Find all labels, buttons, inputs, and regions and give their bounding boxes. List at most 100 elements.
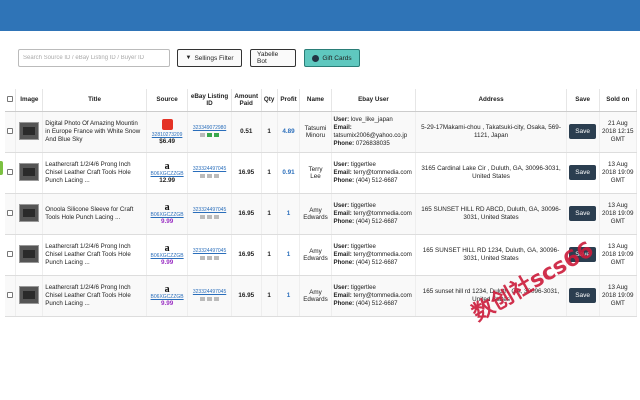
status-icon[interactable] bbox=[200, 255, 206, 260]
ebay-username: tiggertlee bbox=[350, 283, 376, 291]
status-icon[interactable] bbox=[207, 296, 213, 301]
source-id-link[interactable]: B06XGCZZGB bbox=[149, 171, 185, 177]
status-icon[interactable] bbox=[207, 132, 213, 137]
status-icon[interactable] bbox=[200, 132, 206, 137]
save-button[interactable]: Save bbox=[569, 206, 597, 221]
row-title-cell: Digital Photo Of Amazing Mountin in Euro… bbox=[42, 111, 147, 153]
status-icon[interactable] bbox=[214, 173, 220, 178]
table-row: Onoola Silicone Sleeve for Craft Tools H… bbox=[5, 193, 638, 235]
ebay-listing-link[interactable]: 323324497045 bbox=[190, 166, 229, 172]
buyer-name: Amy Edwards bbox=[299, 193, 332, 235]
buyer-name: Amy Edwards bbox=[299, 234, 332, 276]
row-image-cell bbox=[15, 234, 44, 276]
profit: 1 bbox=[277, 275, 301, 317]
row-source-cell: a B06XGCZZGB 12.99 bbox=[146, 152, 189, 194]
row-source-cell: a B06XGCZZGB 9.99 bbox=[146, 275, 189, 317]
chevron-down-icon: ▼ bbox=[185, 55, 192, 61]
save-button[interactable]: Save bbox=[569, 165, 597, 180]
phone-label: Phone: bbox=[333, 258, 355, 266]
gift-cards-button[interactable]: Gift Cards bbox=[304, 49, 360, 67]
sellings-filter-button[interactable]: ▼ Sellings Filter bbox=[177, 49, 242, 67]
ebay-listing-link[interactable]: 323324497045 bbox=[190, 207, 229, 213]
product-thumbnail bbox=[19, 121, 40, 140]
row-checkbox[interactable] bbox=[7, 209, 14, 216]
yabelle-bot-label: Yabelle Bot bbox=[257, 51, 279, 65]
status-icon[interactable] bbox=[207, 214, 213, 219]
globe-icon bbox=[312, 54, 320, 62]
row-save-cell: Save bbox=[566, 152, 600, 194]
yabelle-bot-button[interactable]: Yabelle Bot bbox=[250, 49, 296, 67]
product-title: Digital Photo Of Amazing Mountin in Euro… bbox=[45, 119, 141, 143]
shipping-address: 165 SUNSET HILL RD ABCD, Duluth, GA, 300… bbox=[415, 193, 567, 235]
header-source: Source bbox=[146, 89, 189, 112]
row-image-cell bbox=[15, 152, 44, 194]
listing-status-icons bbox=[190, 132, 229, 139]
row-checkbox[interactable] bbox=[7, 168, 14, 175]
ebay-user-cell: User: tiggertlee Email: terry@tommedia.c… bbox=[331, 275, 417, 317]
row-source-cell: 32810273209 $6.49 bbox=[146, 111, 189, 153]
row-ebay-id-cell: 323324497045 bbox=[187, 193, 232, 235]
row-checkbox[interactable] bbox=[7, 127, 14, 134]
status-icon[interactable] bbox=[214, 255, 220, 260]
quantity: 1 bbox=[261, 111, 278, 153]
source-id-link[interactable]: B06XGCZZGB bbox=[149, 253, 185, 259]
row-checkbox[interactable] bbox=[7, 291, 14, 298]
buyer-phone: (404) 512-6687 bbox=[355, 217, 398, 225]
phone-label: Phone: bbox=[333, 217, 355, 225]
email-label: Email: bbox=[333, 291, 352, 299]
row-source-cell: a B06XGCZZGB 9.99 bbox=[146, 193, 189, 235]
select-all-checkbox[interactable] bbox=[7, 95, 14, 102]
sellings-filter-label: Sellings Filter bbox=[194, 54, 234, 62]
row-select-cell bbox=[5, 152, 17, 194]
buyer-phone: (404) 512-6687 bbox=[355, 258, 398, 266]
header-image: Image bbox=[15, 89, 44, 112]
ebay-listing-link[interactable]: 323324497045 bbox=[190, 289, 229, 295]
status-icon[interactable] bbox=[214, 214, 220, 219]
side-tab-handle[interactable] bbox=[0, 161, 3, 175]
quantity: 1 bbox=[261, 234, 278, 276]
aliexpress-icon bbox=[161, 118, 173, 130]
quantity: 1 bbox=[261, 152, 278, 194]
source-id-link[interactable]: B06XGCZZGB bbox=[149, 294, 185, 300]
table-header-row: Image Title Source eBay Listing ID Amoun… bbox=[5, 89, 638, 112]
ebay-listing-link[interactable]: 323349072980 bbox=[190, 125, 229, 131]
ebay-listing-link[interactable]: 323324497045 bbox=[190, 248, 229, 254]
header-address: Address bbox=[415, 89, 567, 112]
save-button[interactable]: Save bbox=[569, 124, 597, 139]
header-ebay-user: Ebay User bbox=[331, 89, 417, 112]
row-title-cell: Leathercraft 1/2/4/6 Prong Inch Chisel L… bbox=[42, 152, 147, 194]
phone-label: Phone: bbox=[333, 299, 355, 307]
row-select-cell bbox=[5, 275, 17, 317]
ebay-user-cell: User: tiggertlee Email: terry@tommedia.c… bbox=[331, 193, 417, 235]
source-price: 9.99 bbox=[160, 299, 174, 307]
profit: 0.91 bbox=[277, 152, 301, 194]
save-button[interactable]: Save bbox=[569, 288, 597, 303]
row-ebay-id-cell: 323324497045 bbox=[187, 152, 232, 194]
status-icon[interactable] bbox=[207, 255, 213, 260]
row-image-cell bbox=[15, 193, 44, 235]
buyer-phone: (404) 512-6687 bbox=[355, 299, 398, 307]
product-thumbnail bbox=[19, 203, 40, 222]
search-input[interactable] bbox=[18, 49, 170, 67]
source-price: 9.99 bbox=[160, 217, 174, 225]
status-icon[interactable] bbox=[200, 214, 206, 219]
source-id-link[interactable]: 32810273209 bbox=[149, 132, 185, 138]
status-icon[interactable] bbox=[214, 132, 220, 137]
source-price: 9.99 bbox=[160, 258, 174, 266]
status-icon[interactable] bbox=[214, 296, 220, 301]
buyer-name: Terry Lee bbox=[299, 152, 332, 194]
shipping-address: 3165 Cardinal Lake Cir , Duluth, GA, 300… bbox=[415, 152, 567, 194]
profit: 1 bbox=[277, 193, 301, 235]
phone-label: Phone: bbox=[333, 139, 355, 147]
row-select-cell bbox=[5, 193, 17, 235]
table-row: Digital Photo Of Amazing Mountin in Euro… bbox=[5, 111, 638, 153]
status-icon[interactable] bbox=[207, 173, 213, 178]
buyer-email: tatsumix2006@yahoo.co.jp bbox=[333, 131, 408, 139]
amount-paid: 16.95 bbox=[231, 193, 262, 235]
row-checkbox[interactable] bbox=[7, 250, 14, 257]
status-icon[interactable] bbox=[200, 296, 206, 301]
source-id-link[interactable]: B06XGCZZGB bbox=[149, 212, 185, 218]
product-thumbnail bbox=[19, 244, 40, 263]
header-profit: Profit bbox=[277, 89, 301, 112]
status-icon[interactable] bbox=[200, 173, 206, 178]
